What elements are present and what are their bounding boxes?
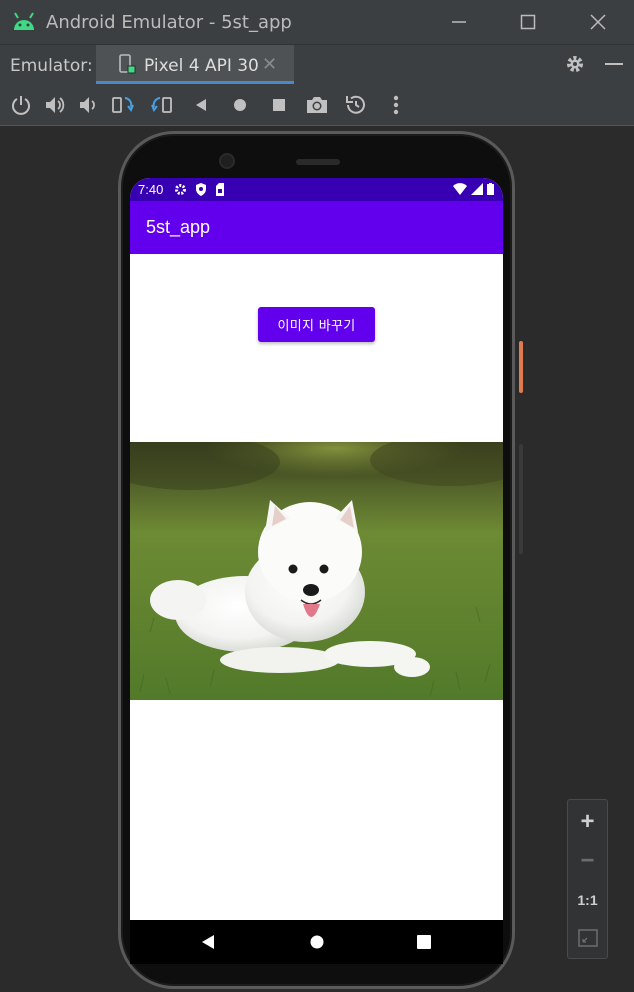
volume-side-button[interactable]: [519, 444, 523, 554]
snapshot-icon[interactable]: [344, 93, 368, 117]
tab-close-icon[interactable]: ✕: [262, 54, 277, 75]
rotate-left-icon[interactable]: [111, 93, 135, 117]
close-window-button[interactable]: [575, 0, 621, 44]
zoom-panel: + − 1:1: [567, 799, 608, 959]
minimize-button[interactable]: [436, 0, 482, 44]
gear-icon[interactable]: [564, 53, 586, 79]
power-side-button[interactable]: [519, 341, 523, 393]
volume-up-icon[interactable]: [43, 93, 67, 117]
app-bar: 5st_app: [130, 201, 503, 254]
more-icon[interactable]: [384, 93, 408, 117]
shield-icon: [195, 183, 207, 200]
sim-icon: [215, 183, 225, 200]
volume-down-icon[interactable]: [76, 93, 100, 117]
window-titlebar: Android Emulator - 5st_app: [0, 0, 634, 44]
change-image-button[interactable]: 이미지 바꾸기: [258, 307, 375, 342]
emulator-toolbar: [0, 84, 634, 126]
dog-image: [130, 442, 503, 700]
settings-icon: [174, 183, 187, 200]
emulator-tab-row: Emulator: Pixel 4 API 30 ✕: [0, 44, 634, 85]
overview-icon[interactable]: [267, 93, 291, 117]
zoom-out-button[interactable]: −: [568, 843, 607, 879]
home-icon[interactable]: [228, 93, 252, 117]
tab-label: Pixel 4 API 30: [144, 56, 259, 76]
front-camera: [219, 153, 235, 169]
android-robot-icon: [11, 10, 37, 32]
device-screen[interactable]: 7:40 5st_app 이미지 바꾸기: [130, 178, 503, 964]
screenshot-icon[interactable]: [305, 93, 329, 117]
app-title: 5st_app: [146, 217, 211, 237]
rotate-right-icon[interactable]: [150, 93, 174, 117]
device-icon: [118, 54, 136, 80]
power-icon[interactable]: [9, 93, 33, 117]
wifi-icon: [453, 183, 467, 199]
navigation-bar: [130, 920, 503, 964]
nav-home-icon[interactable]: [307, 932, 327, 952]
fit-screen-icon[interactable]: [568, 920, 607, 956]
status-time: 7:40: [138, 182, 164, 197]
maximize-button[interactable]: [505, 0, 551, 44]
status-bar: 7:40: [130, 178, 503, 201]
actual-size-button[interactable]: 1:1: [568, 882, 607, 918]
back-icon[interactable]: [189, 93, 213, 117]
nav-back-icon[interactable]: [198, 932, 218, 952]
hide-panel-icon[interactable]: [603, 53, 625, 79]
nav-recents-icon[interactable]: [414, 932, 434, 952]
tab-pixel-4-api-30[interactable]: Pixel 4 API 30 ✕: [96, 45, 294, 85]
zoom-in-button[interactable]: +: [568, 804, 607, 840]
battery-icon: [487, 183, 495, 199]
emulator-label: Emulator:: [10, 56, 93, 76]
signal-icon: [471, 183, 483, 199]
window-title: Android Emulator - 5st_app: [46, 12, 292, 33]
earpiece-speaker: [296, 159, 340, 165]
